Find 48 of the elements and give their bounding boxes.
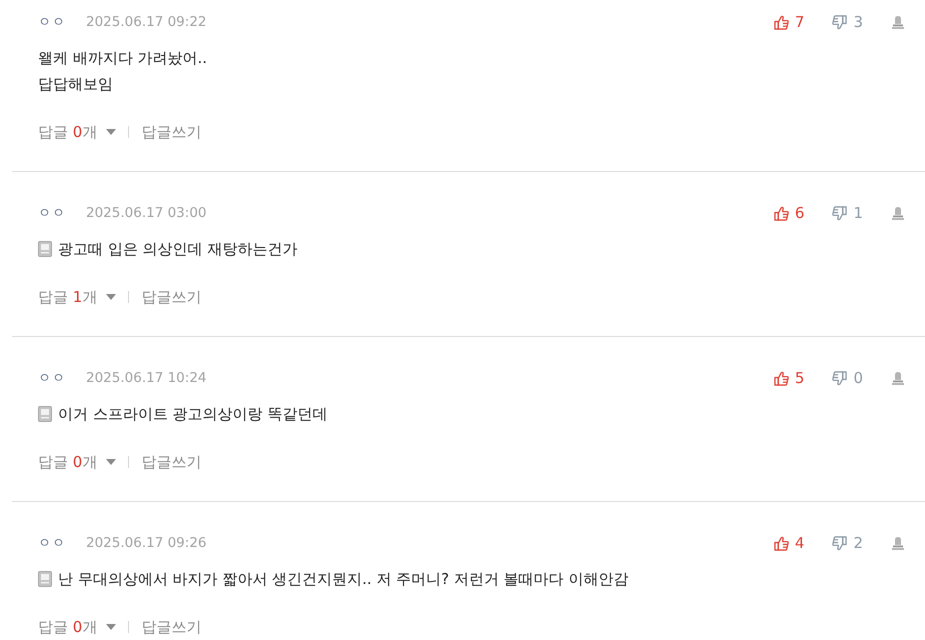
report-button[interactable] [891, 371, 905, 385]
write-reply-link[interactable]: 답글쓰기 [141, 618, 202, 636]
replies-toggle[interactable]: 답글 0개 [38, 618, 116, 636]
like-button[interactable]: 7 [774, 13, 804, 31]
caret-icon [106, 129, 116, 135]
stamp-icon [891, 206, 905, 220]
write-reply-link[interactable]: 답글쓰기 [141, 288, 202, 306]
dislike-button[interactable]: 1 [832, 204, 863, 222]
dislike-button[interactable]: 3 [832, 13, 863, 31]
thumbs-up-icon [774, 370, 789, 386]
comment-text: 이거 스프라이트 광고의상이랑 똑같던데 [58, 404, 328, 425]
author-name[interactable]: ㅇㅇ [38, 369, 66, 387]
like-button[interactable]: 5 [774, 369, 804, 387]
like-button[interactable]: 6 [774, 204, 804, 222]
dislike-button[interactable]: 0 [832, 369, 863, 387]
caret-icon [106, 459, 116, 465]
thumbs-down-icon [832, 370, 848, 386]
comment-date: 2025.06.17 09:22 [86, 14, 206, 30]
report-button[interactable] [891, 206, 905, 220]
stamp-icon [891, 371, 905, 385]
stamp-icon [891, 536, 905, 550]
replies-toggle[interactable]: 답글 0개 [38, 122, 116, 142]
thumbs-down-icon [832, 14, 848, 30]
comment-date: 2025.06.17 09:26 [86, 535, 206, 551]
report-button[interactable] [891, 15, 905, 29]
comment-text: 왤케 배까지다 가려놨어.. 답답해보임 [38, 48, 208, 95]
comment-date: 2025.06.17 10:24 [86, 370, 206, 386]
thumbs-up-icon [774, 536, 789, 550]
author-name[interactable]: ㅇㅇ [38, 204, 66, 222]
thumbs-up-icon [774, 14, 789, 30]
replies-toggle[interactable]: 답글 0개 [38, 452, 116, 472]
caret-icon [106, 294, 116, 300]
comment-date: 2025.06.17 03:00 [86, 205, 206, 221]
comment-text: 난 무대의상에서 바지가 짧아서 생긴건지뭔지.. 저 주머니? 저런거 볼때마다 이해안감 [58, 569, 628, 590]
comment-text: 광고때 입은 의상인데 재탕하는건가 [58, 239, 298, 260]
like-button[interactable]: 4 [774, 534, 804, 552]
thumbs-down-icon [832, 536, 848, 550]
write-reply-link[interactable]: 답글쓰기 [141, 452, 202, 472]
replies-toggle[interactable]: 답글 1개 [38, 288, 116, 306]
stamp-icon [891, 15, 905, 29]
thumbs-up-icon [774, 206, 789, 220]
author-name[interactable]: ㅇㅇ [38, 13, 66, 31]
write-reply-link[interactable]: 답글쓰기 [141, 122, 202, 142]
author-name[interactable]: ㅇㅇ [38, 534, 66, 552]
report-button[interactable] [891, 536, 905, 550]
dislike-button[interactable]: 2 [832, 534, 863, 552]
thumbs-down-icon [832, 206, 848, 220]
caret-icon [106, 624, 116, 630]
